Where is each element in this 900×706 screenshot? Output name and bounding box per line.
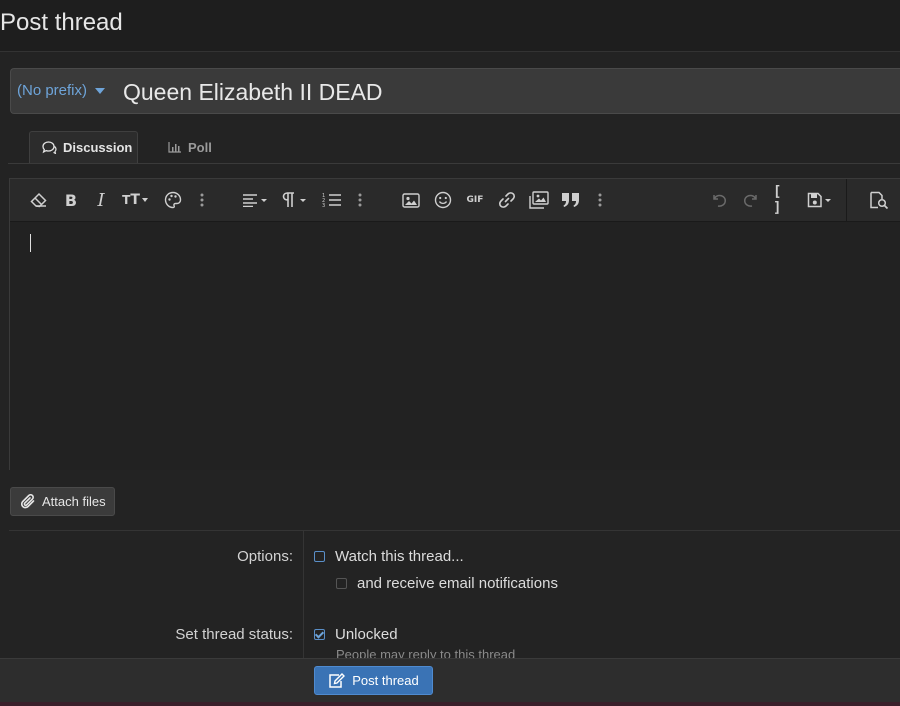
label-column-border xyxy=(303,531,304,658)
editor-content[interactable] xyxy=(10,222,900,470)
attach-files-label: Attach files xyxy=(42,494,106,509)
options-label: Options: xyxy=(237,548,293,565)
bold-icon[interactable]: B xyxy=(60,189,82,211)
edit-icon xyxy=(329,673,346,688)
checkbox-box[interactable] xyxy=(336,578,347,589)
bbcode-icon[interactable]: [ ] xyxy=(773,184,795,216)
text-size-icon[interactable]: TT xyxy=(120,189,150,211)
chevron-down-icon xyxy=(95,88,106,95)
email-notifications-checkbox[interactable]: and receive email notifications xyxy=(336,575,558,592)
page-title: Post thread xyxy=(0,9,123,36)
thread-title-input[interactable] xyxy=(121,76,885,108)
more-options-icon[interactable] xyxy=(596,189,604,211)
gif-icon[interactable]: GIF xyxy=(464,189,486,211)
watch-thread-label: Watch this thread... xyxy=(335,548,464,565)
form-divider xyxy=(9,530,900,531)
redo-icon[interactable] xyxy=(740,189,762,211)
toolbar-divider xyxy=(846,179,847,221)
undo-icon[interactable] xyxy=(708,189,730,211)
drafts-icon[interactable] xyxy=(805,189,835,211)
media-icon[interactable] xyxy=(528,189,550,211)
prefix-label: (No prefix) xyxy=(17,82,88,99)
italic-icon[interactable]: I xyxy=(90,189,112,211)
form-footer: Post thread xyxy=(0,658,900,703)
comments-icon xyxy=(42,141,57,154)
page-header: Post thread xyxy=(0,0,900,52)
post-thread-button[interactable]: Post thread xyxy=(314,666,433,695)
list-icon[interactable]: 123 xyxy=(321,189,343,211)
eraser-icon[interactable] xyxy=(28,189,50,211)
tab-poll[interactable]: Poll xyxy=(168,131,212,163)
email-notifications-label: and receive email notifications xyxy=(357,575,558,592)
watch-thread-checkbox[interactable]: Watch this thread... xyxy=(314,548,464,565)
align-icon[interactable] xyxy=(240,189,270,211)
unlocked-label: Unlocked xyxy=(335,626,398,643)
more-options-icon[interactable] xyxy=(356,189,364,211)
window-bottom-edge xyxy=(0,702,900,706)
link-icon[interactable] xyxy=(496,189,518,211)
bar-chart-icon xyxy=(168,142,181,153)
post-thread-label: Post thread xyxy=(352,673,419,688)
paperclip-icon xyxy=(21,493,35,508)
attach-files-button[interactable]: Attach files xyxy=(10,487,115,516)
editor-tabs: Discussion Poll xyxy=(8,131,900,164)
checkbox-checked[interactable] xyxy=(314,629,325,640)
text-cursor xyxy=(30,234,31,252)
palette-icon[interactable] xyxy=(162,189,184,211)
rich-text-editor: B I TT 123 GIF [] xyxy=(9,178,900,470)
tab-discussion[interactable]: Discussion xyxy=(29,131,138,163)
title-row: (No prefix) xyxy=(10,68,900,114)
smiley-icon[interactable] xyxy=(432,189,454,211)
thread-form: (No prefix) Discussion Poll B I TT xyxy=(0,52,900,662)
tab-poll-label: Poll xyxy=(188,139,212,155)
editor-toolbar: B I TT 123 GIF [] xyxy=(10,179,900,222)
more-options-icon[interactable] xyxy=(198,189,206,211)
image-icon[interactable] xyxy=(400,189,422,211)
svg-text:3: 3 xyxy=(322,203,325,208)
unlocked-checkbox[interactable]: Unlocked xyxy=(314,626,398,643)
tab-discussion-label: Discussion xyxy=(63,140,133,155)
thread-status-label: Set thread status: xyxy=(175,626,293,643)
checkbox-box[interactable] xyxy=(314,551,325,562)
preview-icon[interactable] xyxy=(868,189,890,211)
paragraph-icon[interactable] xyxy=(280,189,310,211)
prefix-dropdown[interactable]: (No prefix) xyxy=(17,82,106,99)
quote-icon[interactable] xyxy=(560,189,582,211)
